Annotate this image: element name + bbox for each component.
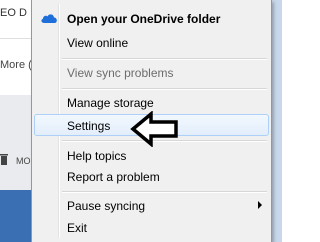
menu-item-label: View sync problems	[67, 66, 174, 80]
menu-item-view-sync-problems: View sync problems	[34, 61, 269, 83]
menu-separator	[62, 58, 267, 60]
menu-item-label: Pause syncing	[67, 199, 146, 213]
menu-item-manage-storage[interactable]: Manage storage	[34, 91, 269, 113]
menu-item-label: View online	[67, 36, 129, 50]
menu-item-label: Exit	[67, 221, 88, 235]
menu-item-label: Help topics	[67, 149, 127, 163]
menu-item-exit[interactable]: Exit	[34, 216, 269, 238]
menu-item-open-onedrive-folder[interactable]: Open your OneDrive folder	[34, 7, 269, 29]
menu-item-label: Settings	[67, 119, 111, 133]
background-text-fragment: EO D	[0, 7, 27, 19]
menu-separator	[62, 88, 267, 90]
menu-item-help-topics[interactable]: Help topics	[34, 144, 269, 166]
onedrive-cloud-icon	[41, 14, 57, 23]
menu-item-pause-syncing[interactable]: Pause syncing	[34, 194, 269, 216]
trash-icon	[0, 154, 8, 165]
menu-item-label: Manage storage	[67, 96, 154, 110]
menu-separator	[62, 191, 267, 193]
background-text-fragment: More (	[0, 59, 32, 71]
menu-item-view-online[interactable]: View online	[34, 31, 269, 53]
menu-item-report-a-problem[interactable]: Report a problem	[34, 165, 269, 187]
outline-arrow-left-icon	[130, 111, 178, 147]
menu-item-label: Open your OneDrive folder	[67, 12, 221, 26]
menu-item-label: Report a problem	[67, 170, 160, 184]
background-text-fragment: MO	[16, 156, 31, 166]
background-edge	[272, 0, 282, 242]
submenu-arrow-icon	[258, 201, 262, 209]
